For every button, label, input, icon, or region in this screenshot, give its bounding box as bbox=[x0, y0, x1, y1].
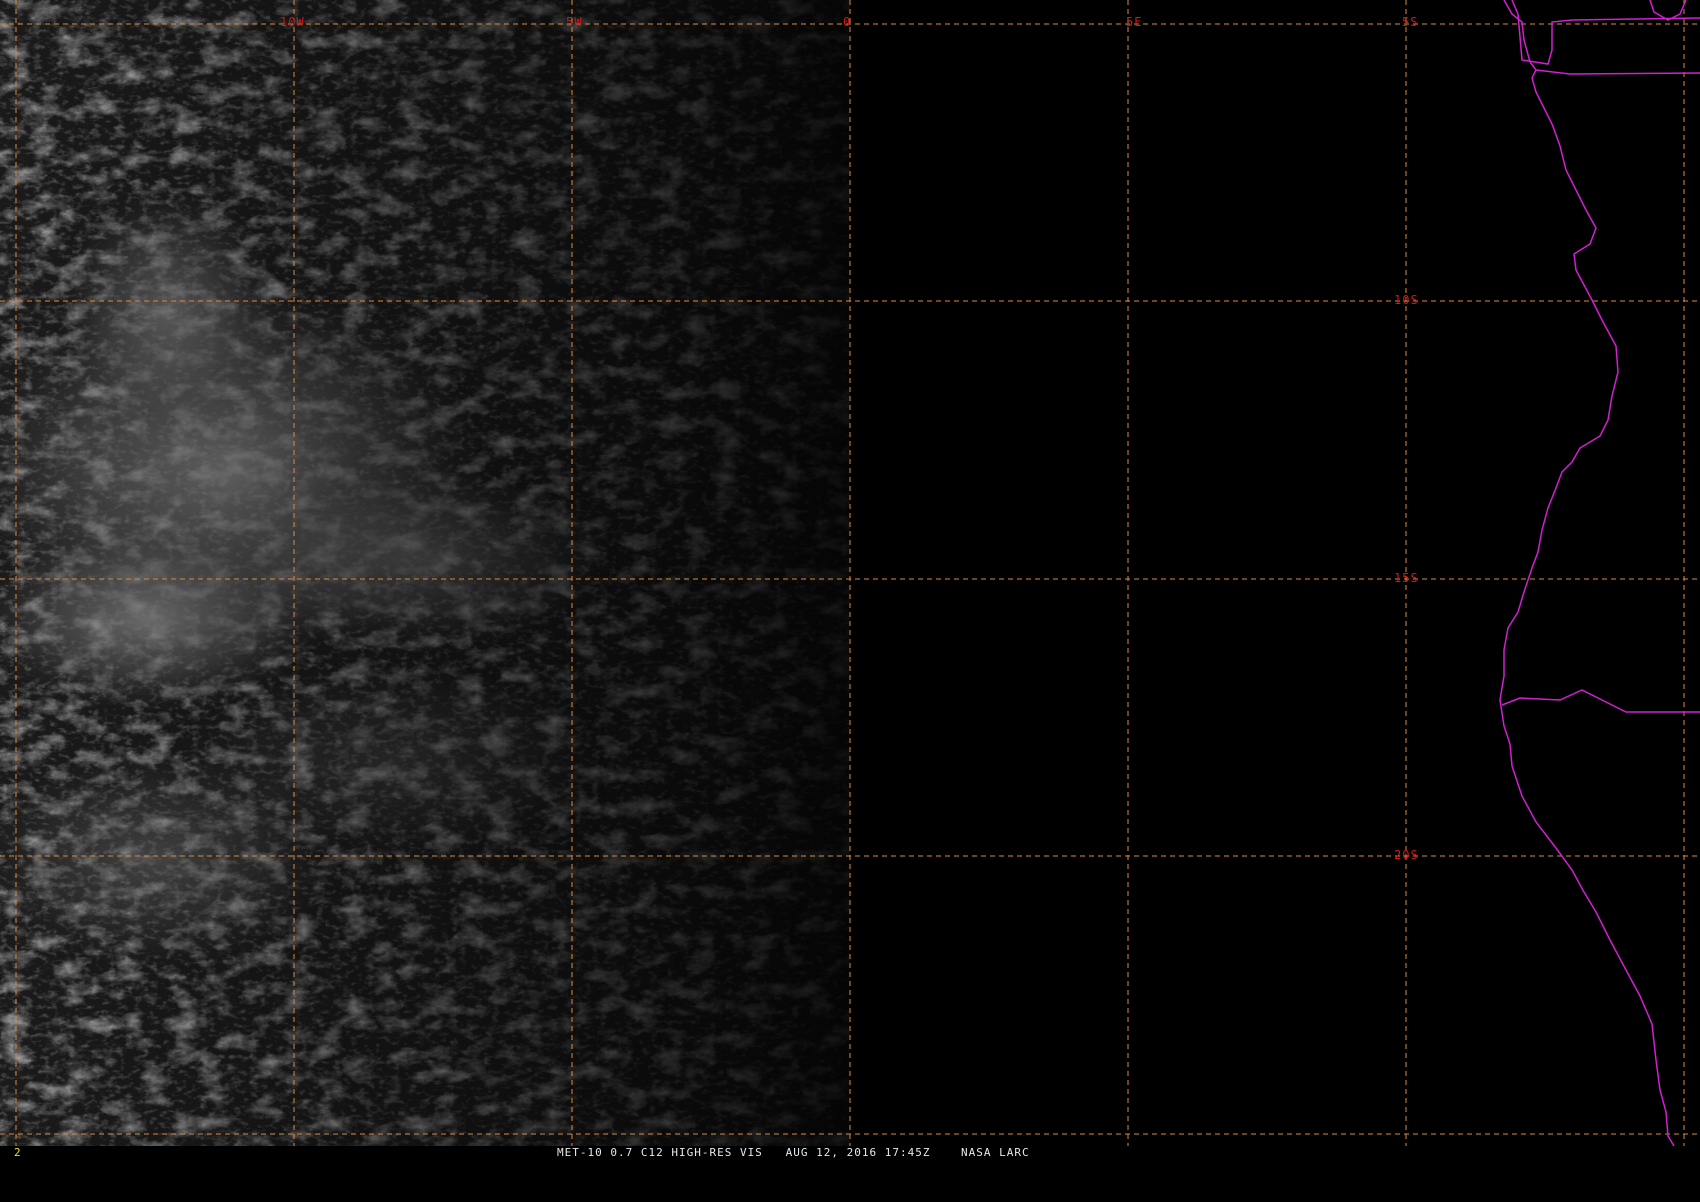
lat-label-20s: 20S bbox=[1394, 848, 1419, 862]
lat-label-10s: 10S bbox=[1394, 293, 1419, 307]
frame-number: 2 bbox=[14, 1146, 21, 1159]
country-border bbox=[1535, 69, 1700, 75]
coastline-overlay bbox=[1499, 0, 1700, 1146]
visible-imagery-region bbox=[0, 0, 850, 1146]
satellite-image-viewer: 10W 5W 0 5E 5S 10S 15S 20S 2 MET-10 0.7 … bbox=[0, 0, 1700, 1160]
african-coastline bbox=[1499, 0, 1675, 1146]
country-border bbox=[1517, 13, 1700, 65]
satellite-map: 10W 5W 0 5E 5S 10S 15S 20S bbox=[0, 0, 1700, 1146]
product-label: MET-10 0.7 C12 HIGH-RES VIS AUG 12, 2016… bbox=[557, 1146, 1030, 1159]
lat-label-15s: 15S bbox=[1394, 571, 1419, 585]
country-border bbox=[1511, 0, 1519, 15]
lat-label-5s: 5S bbox=[1402, 15, 1418, 29]
lon-label-5e: 5E bbox=[1126, 15, 1142, 29]
country-border bbox=[1649, 0, 1687, 21]
country-border bbox=[1501, 689, 1700, 713]
lon-label-0: 0 bbox=[843, 15, 851, 29]
lon-label-5w: 5W bbox=[566, 15, 582, 29]
latitude-labels: 5S 10S 15S 20S bbox=[1394, 15, 1419, 862]
lon-label-10w: 10W bbox=[280, 15, 305, 29]
status-bar: 2 MET-10 0.7 C12 HIGH-RES VIS AUG 12, 20… bbox=[0, 1146, 1700, 1160]
